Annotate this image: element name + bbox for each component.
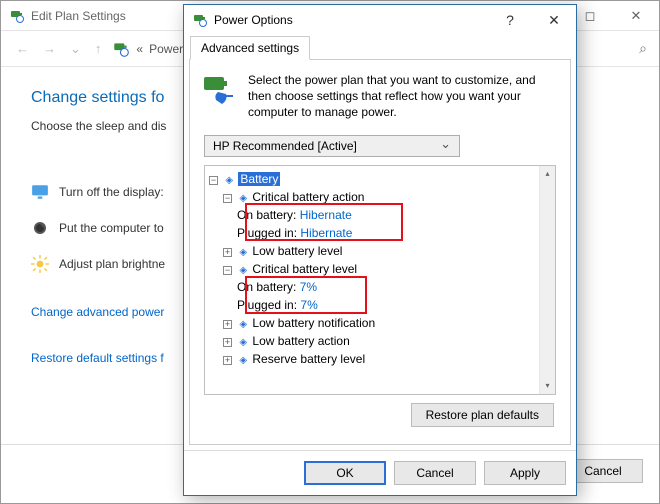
- display-icon: [31, 183, 49, 201]
- expand-icon[interactable]: +: [223, 338, 232, 347]
- cancel-button[interactable]: Cancel: [394, 461, 476, 485]
- node-icon: ◈: [239, 319, 247, 330]
- power-options-dialog: Power Options ? ✕ Advanced settings Sele…: [183, 4, 577, 496]
- settings-tree-container: − ◈ Battery − ◈ Critical battery action …: [204, 165, 556, 395]
- tree-low-battery-notification[interactable]: Low battery notification: [252, 316, 375, 330]
- bg-window-title: Edit Plan Settings: [31, 9, 126, 23]
- crit-level-on-battery-label: On battery:: [237, 280, 296, 294]
- power-plan-icon: [9, 8, 25, 24]
- close-button[interactable]: ✕: [613, 1, 659, 31]
- dialog-tabstrip: Advanced settings: [184, 35, 576, 59]
- dialog-titlebar: Power Options ? ✕: [184, 5, 576, 35]
- restore-plan-defaults-button[interactable]: Restore plan defaults: [411, 403, 554, 427]
- node-icon: ◈: [239, 265, 247, 276]
- brightness-icon: [31, 255, 49, 273]
- scroll-up-icon[interactable]: ▴: [545, 166, 549, 182]
- crit-level-on-battery-value[interactable]: 7%: [300, 280, 317, 294]
- battery-plug-icon: [200, 72, 236, 108]
- sleep-icon: [31, 219, 49, 237]
- dialog-window-controls: ? ✕: [488, 5, 576, 35]
- dialog-button-row: OK Cancel Apply: [184, 450, 576, 495]
- dialog-title: Power Options: [214, 13, 293, 27]
- crit-level-plugged-label: Plugged in:: [237, 298, 297, 312]
- row-sleep-label: Put the computer to: [59, 221, 164, 235]
- power-options-icon: [192, 12, 208, 28]
- collapse-icon[interactable]: −: [223, 194, 232, 203]
- collapse-icon[interactable]: −: [209, 176, 218, 185]
- search-icon[interactable]: ⌕: [639, 40, 647, 57]
- node-icon: ◈: [239, 355, 247, 366]
- expand-icon[interactable]: +: [223, 248, 232, 257]
- dialog-body: Select the power plan that you want to c…: [189, 59, 571, 445]
- dialog-description-row: Select the power plan that you want to c…: [200, 72, 560, 121]
- power-plan-selected: HP Recommended [Active]: [213, 139, 357, 153]
- settings-tree[interactable]: − ◈ Battery − ◈ Critical battery action …: [209, 170, 551, 368]
- help-button[interactable]: ?: [488, 5, 532, 35]
- tree-low-battery-action[interactable]: Low battery action: [252, 334, 349, 348]
- restore-defaults-row: Restore plan defaults: [200, 403, 560, 431]
- node-icon: ◈: [239, 193, 247, 204]
- crit-action-plugged-value[interactable]: Hibernate: [300, 226, 352, 240]
- breadcrumb-sep: «: [136, 42, 143, 56]
- expand-icon[interactable]: +: [223, 320, 232, 329]
- crit-action-on-battery-value[interactable]: Hibernate: [300, 208, 352, 222]
- tree-root-battery[interactable]: Battery: [238, 172, 280, 186]
- node-icon: ◈: [239, 247, 247, 258]
- node-icon: ◈: [239, 337, 247, 348]
- crit-action-on-battery-label: On battery:: [237, 208, 296, 222]
- tab-advanced-settings[interactable]: Advanced settings: [190, 36, 310, 60]
- ok-button[interactable]: OK: [304, 461, 386, 485]
- recent-icon[interactable]: ⌄: [67, 41, 84, 57]
- dialog-description: Select the power plan that you want to c…: [248, 72, 560, 121]
- tree-scrollbar[interactable]: ▴ ▾: [539, 166, 555, 394]
- back-icon[interactable]: ←: [13, 41, 32, 56]
- power-plan-select[interactable]: HP Recommended [Active]: [204, 135, 460, 157]
- tree-critical-battery-action[interactable]: Critical battery action: [252, 190, 364, 204]
- up-icon[interactable]: ↑: [92, 41, 105, 56]
- crit-level-plugged-value[interactable]: 7%: [300, 298, 317, 312]
- tree-critical-battery-level[interactable]: Critical battery level: [252, 262, 357, 276]
- tree-reserve-battery-level[interactable]: Reserve battery level: [252, 352, 365, 366]
- row-display-label: Turn off the display:: [59, 185, 164, 199]
- collapse-icon[interactable]: −: [223, 266, 232, 275]
- scroll-down-icon[interactable]: ▾: [545, 378, 549, 394]
- tree-low-battery-level[interactable]: Low battery level: [252, 244, 342, 258]
- node-icon: ◈: [225, 175, 233, 186]
- dialog-close-button[interactable]: ✕: [532, 5, 576, 35]
- power-plan-icon: [112, 40, 130, 58]
- crit-action-plugged-label: Plugged in:: [237, 226, 297, 240]
- forward-icon[interactable]: →: [40, 41, 59, 56]
- expand-icon[interactable]: +: [223, 356, 232, 365]
- apply-button[interactable]: Apply: [484, 461, 566, 485]
- row-brightness-label: Adjust plan brightne: [59, 257, 165, 271]
